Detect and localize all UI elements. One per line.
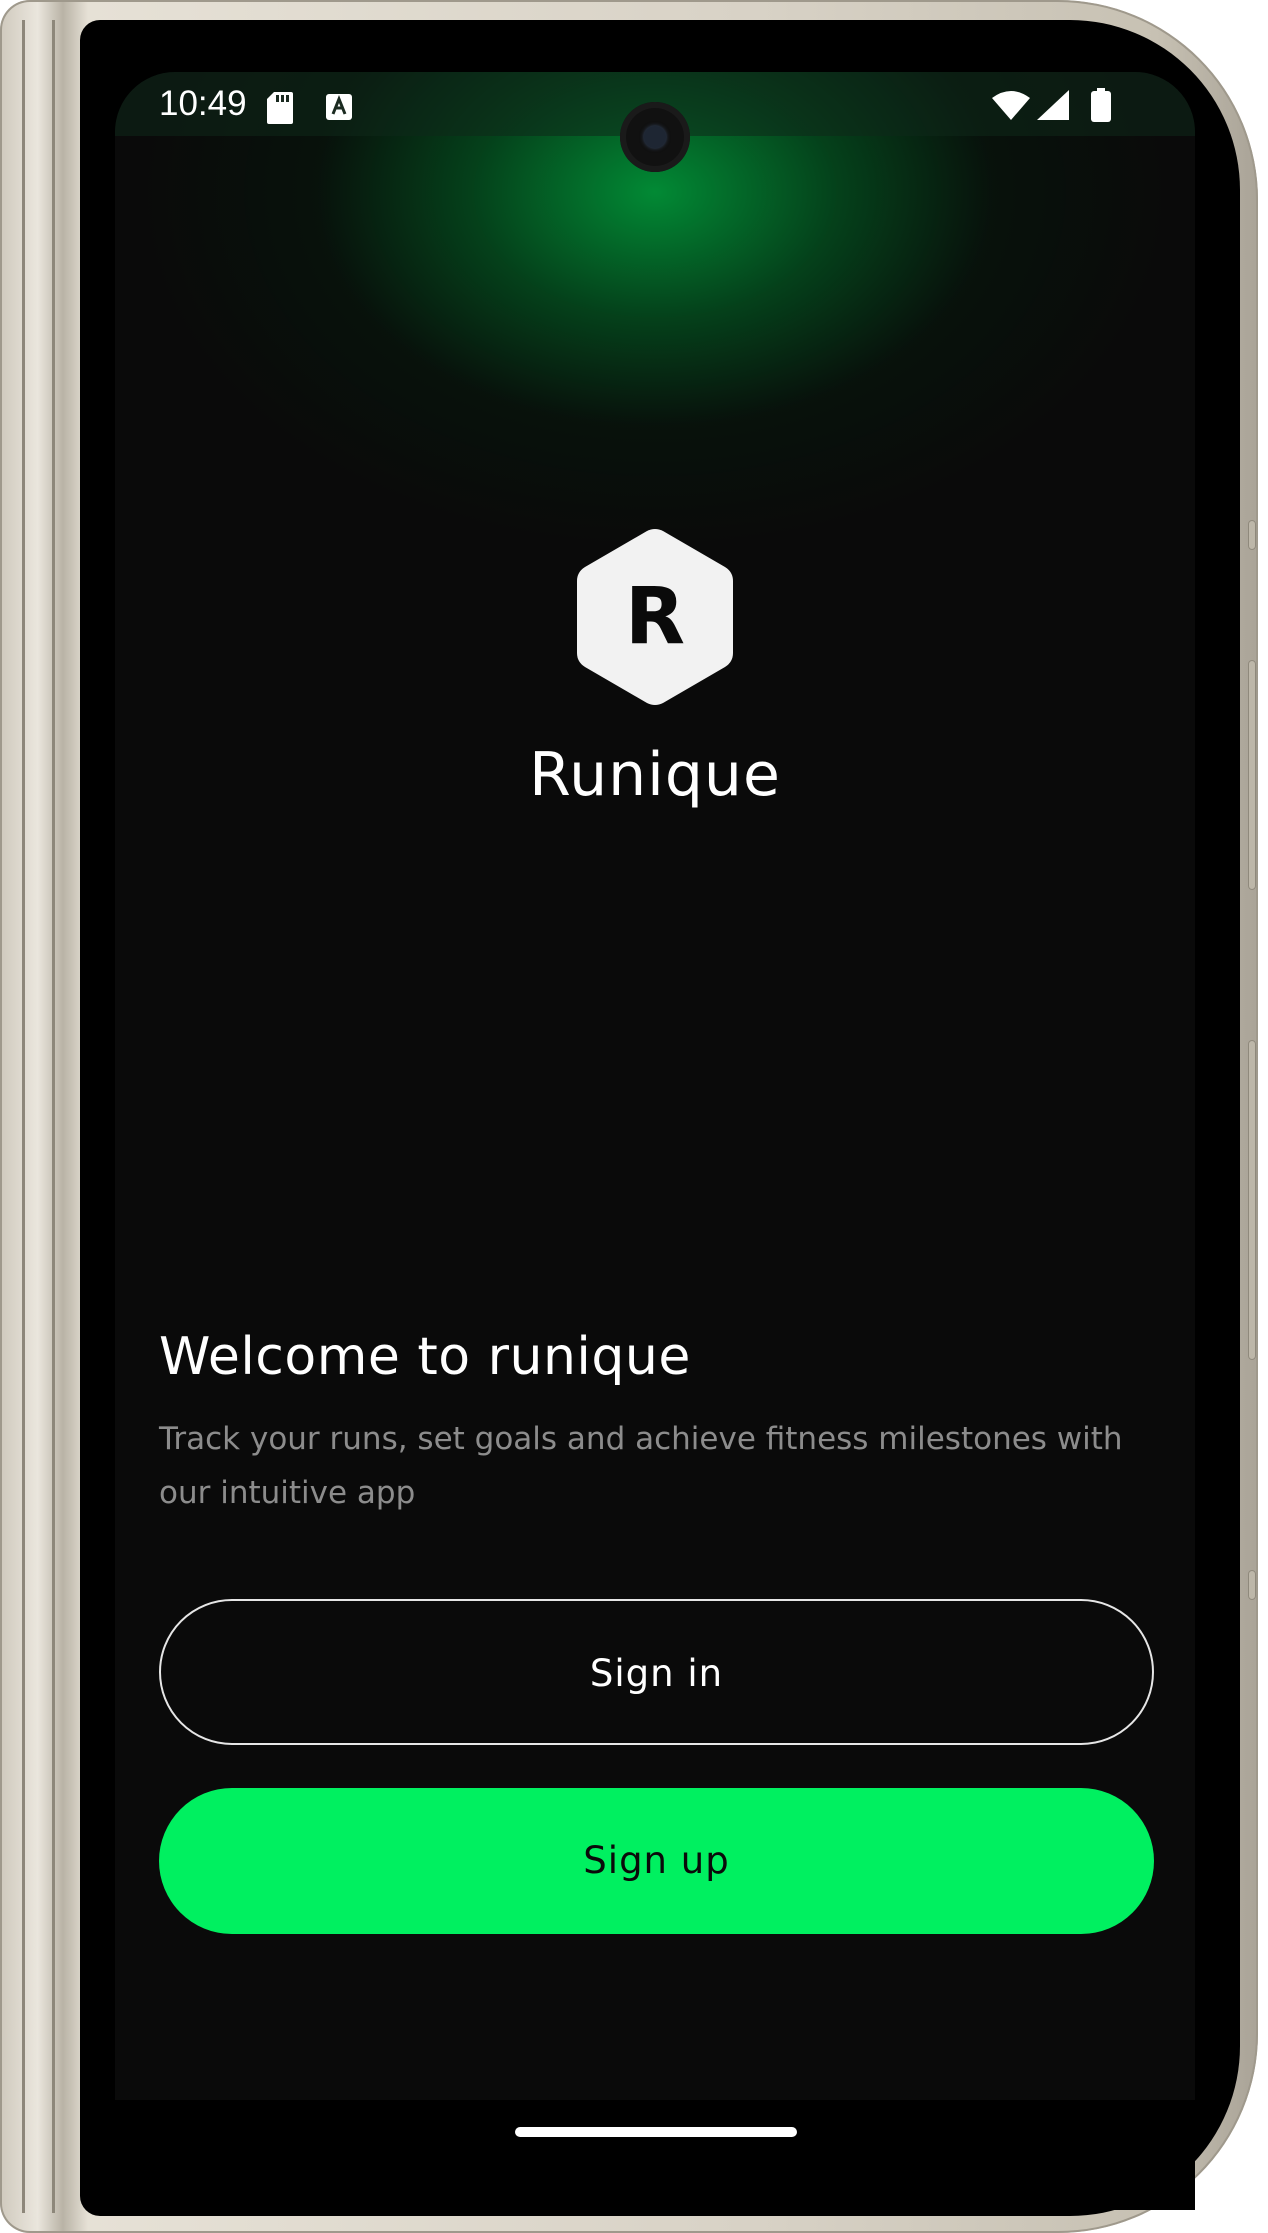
phone-frame: 10:49 R Runique Welcome to runique Track… (0, 0, 1258, 2233)
app-name: Runique (529, 740, 781, 810)
status-time: 10:49 (159, 84, 247, 123)
text-a-icon (326, 94, 352, 124)
sign-in-button[interactable]: Sign in (159, 1599, 1154, 1745)
app-logo: R (575, 527, 735, 707)
welcome-title: Welcome to runique (159, 1327, 691, 1387)
wifi-icon (992, 90, 1030, 124)
app-screen: 10:49 R Runique Welcome to runique Track… (115, 72, 1195, 2100)
signal-icon (1037, 90, 1069, 124)
sd-card-icon (267, 92, 293, 128)
volume-button (1248, 660, 1256, 890)
hinge-line (52, 20, 55, 2213)
sign-up-button[interactable]: Sign up (159, 1788, 1154, 1934)
logo-letter: R (624, 572, 686, 662)
home-indicator[interactable] (515, 2127, 797, 2137)
power-button (1248, 1040, 1256, 1360)
hinge-line (22, 20, 25, 2213)
side-button (1248, 520, 1256, 550)
front-camera (620, 102, 690, 172)
welcome-description: Track your runs, set goals and achieve f… (159, 1421, 1123, 1511)
side-button (1248, 1570, 1256, 1600)
navigation-bar (115, 2100, 1195, 2210)
battery-icon (1091, 88, 1111, 126)
